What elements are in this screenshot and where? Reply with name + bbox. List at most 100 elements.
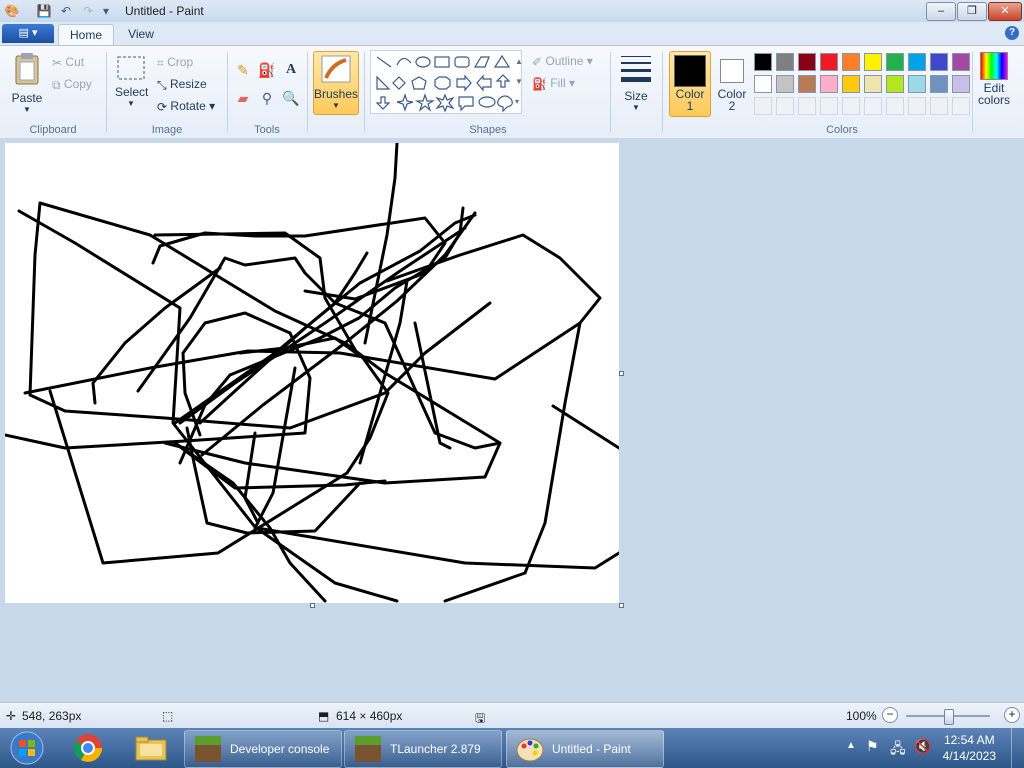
copy-button[interactable]: ⧉ Copy bbox=[52, 75, 92, 93]
brushes-button[interactable]: Brushes ▼ bbox=[313, 51, 359, 115]
custom-color-slot[interactable] bbox=[776, 97, 794, 115]
color-swatch[interactable] bbox=[798, 53, 816, 71]
custom-color-slot[interactable] bbox=[930, 97, 948, 115]
file-size-icon: 🖫 bbox=[475, 711, 486, 725]
color-swatch[interactable] bbox=[776, 53, 794, 71]
shapes-gallery[interactable] bbox=[370, 50, 522, 114]
file-explorer-icon[interactable] bbox=[134, 732, 168, 764]
color-swatch[interactable] bbox=[820, 75, 838, 93]
color-swatch[interactable] bbox=[864, 75, 882, 93]
color-swatch[interactable] bbox=[952, 75, 970, 93]
fill-bucket-icon[interactable]: ⛽ bbox=[256, 59, 278, 81]
paste-button[interactable]: Paste ▼ bbox=[8, 52, 46, 114]
paint-app-icon[interactable]: 🎨 bbox=[4, 3, 20, 19]
custom-color-slot[interactable] bbox=[754, 97, 772, 115]
custom-color-slot[interactable] bbox=[820, 97, 838, 115]
zoom-in-button[interactable]: + bbox=[1004, 707, 1020, 723]
color-swatch[interactable] bbox=[754, 75, 772, 93]
chrome-icon[interactable] bbox=[72, 732, 104, 764]
outline-button[interactable]: ✐ Outline ▾ bbox=[532, 52, 593, 70]
save-icon[interactable]: 💾 bbox=[36, 3, 52, 19]
tab-view[interactable]: View bbox=[118, 24, 164, 45]
size-dropdown-icon[interactable]: ▼ bbox=[616, 103, 656, 112]
custom-color-slot[interactable] bbox=[798, 97, 816, 115]
zoom-out-button[interactable]: − bbox=[882, 707, 898, 723]
color-swatch[interactable] bbox=[930, 53, 948, 71]
eraser-icon[interactable]: ▰ bbox=[232, 87, 254, 109]
color-swatch[interactable] bbox=[886, 53, 904, 71]
zoom-slider-track[interactable] bbox=[906, 709, 990, 725]
crop-button[interactable]: ⌗ Crop bbox=[157, 53, 193, 71]
crop-label: Crop bbox=[167, 55, 194, 69]
custom-color-slot[interactable] bbox=[908, 97, 926, 115]
color-swatch[interactable] bbox=[930, 75, 948, 93]
minimize-button[interactable]: – bbox=[926, 2, 956, 21]
select-dropdown-icon[interactable]: ▼ bbox=[115, 99, 147, 108]
show-desktop-button[interactable] bbox=[1011, 728, 1024, 768]
selection-size-icon: ⬚ bbox=[162, 709, 174, 723]
resize-button[interactable]: ⤡ Resize bbox=[157, 75, 207, 93]
color-swatch[interactable] bbox=[842, 75, 860, 93]
action-center-icon[interactable]: ⚑ bbox=[866, 738, 879, 755]
brushes-label: Brushes bbox=[314, 87, 359, 101]
canvas-resize-handle-bottom[interactable] bbox=[310, 603, 315, 608]
shapes-scroll-arrows[interactable]: ▲ ▼ ▾ bbox=[515, 52, 523, 112]
tab-home[interactable]: Home bbox=[58, 24, 114, 46]
color-swatch[interactable] bbox=[754, 53, 772, 71]
close-button[interactable]: ✕ bbox=[988, 2, 1022, 21]
color-picker-icon[interactable]: ⚲ bbox=[256, 87, 278, 109]
color-swatch[interactable] bbox=[842, 53, 860, 71]
magnifier-icon[interactable]: 🔍 bbox=[280, 87, 302, 109]
paste-dropdown-icon[interactable]: ▼ bbox=[8, 105, 46, 114]
custom-color-slot[interactable] bbox=[952, 97, 970, 115]
color-swatch[interactable] bbox=[908, 53, 926, 71]
paint-palette-icon bbox=[516, 738, 544, 762]
undo-icon[interactable]: ↶ bbox=[58, 3, 74, 19]
custom-color-slot[interactable] bbox=[886, 97, 904, 115]
resize-icon: ⤡ bbox=[157, 77, 167, 92]
color-swatch[interactable] bbox=[798, 75, 816, 93]
drawing-canvas[interactable] bbox=[3, 141, 621, 603]
color-swatch[interactable] bbox=[908, 75, 926, 93]
edit-colors-button[interactable]: Edit colors bbox=[976, 52, 1012, 106]
canvas-resize-handle-right[interactable] bbox=[619, 371, 624, 376]
select-label: Select bbox=[115, 85, 149, 99]
cut-button[interactable]: ✂ Cut bbox=[52, 53, 84, 71]
color1-button[interactable]: Color 1 bbox=[669, 51, 711, 117]
network-icon[interactable]: 🖧 bbox=[890, 738, 906, 762]
select-icon bbox=[117, 56, 145, 80]
taskbar-item-tlauncher[interactable]: TLauncher 2.879 bbox=[344, 730, 502, 768]
group-divider bbox=[972, 52, 973, 132]
group-divider bbox=[662, 52, 663, 132]
fill-label: Fill bbox=[550, 76, 566, 90]
maximize-button[interactable]: ❐ bbox=[957, 2, 987, 21]
clipboard-group: Paste ▼ ✂ Cut ⧉ Copy Clipboard bbox=[0, 46, 106, 138]
paint-menu-button[interactable]: ▤ ▾ bbox=[2, 24, 54, 43]
show-hidden-icons-icon[interactable]: ▲ bbox=[846, 740, 856, 751]
color-swatch[interactable] bbox=[864, 53, 882, 71]
canvas-resize-handle-corner[interactable] bbox=[619, 603, 624, 608]
help-icon[interactable]: ? bbox=[1005, 26, 1019, 40]
brushes-dropdown-icon[interactable]: ▼ bbox=[314, 101, 358, 110]
color-swatch[interactable] bbox=[952, 53, 970, 71]
custom-color-slot[interactable] bbox=[842, 97, 860, 115]
rotate-button[interactable]: ⟳ Rotate ▾ bbox=[157, 97, 215, 115]
color-swatch[interactable] bbox=[776, 75, 794, 93]
text-tool-icon[interactable]: A bbox=[280, 59, 302, 81]
color-swatch[interactable] bbox=[886, 75, 904, 93]
zoom-slider-thumb[interactable] bbox=[944, 709, 954, 725]
taskbar-item-developer-console[interactable]: Developer console bbox=[184, 730, 342, 768]
fill-button[interactable]: ⛽ Fill ▾ bbox=[532, 74, 575, 92]
taskbar-item-paint[interactable]: Untitled - Paint bbox=[506, 730, 664, 768]
custom-color-slot[interactable] bbox=[864, 97, 882, 115]
system-clock[interactable]: 12:54 AM 4/14/2023 bbox=[943, 732, 996, 764]
windows-start-icon[interactable] bbox=[5, 730, 49, 766]
pencil-icon[interactable]: ✎ bbox=[232, 59, 254, 81]
redo-icon[interactable]: ↷ bbox=[80, 3, 96, 19]
customize-quick-access-icon[interactable]: ▾ bbox=[98, 3, 114, 19]
color-swatch[interactable] bbox=[820, 53, 838, 71]
select-button[interactable]: Select ▼ bbox=[115, 54, 149, 108]
volume-muted-icon[interactable]: 🔇 bbox=[914, 738, 931, 755]
size-button[interactable]: Size ▼ bbox=[616, 52, 656, 112]
color2-button[interactable]: Color 2 bbox=[712, 51, 752, 112]
